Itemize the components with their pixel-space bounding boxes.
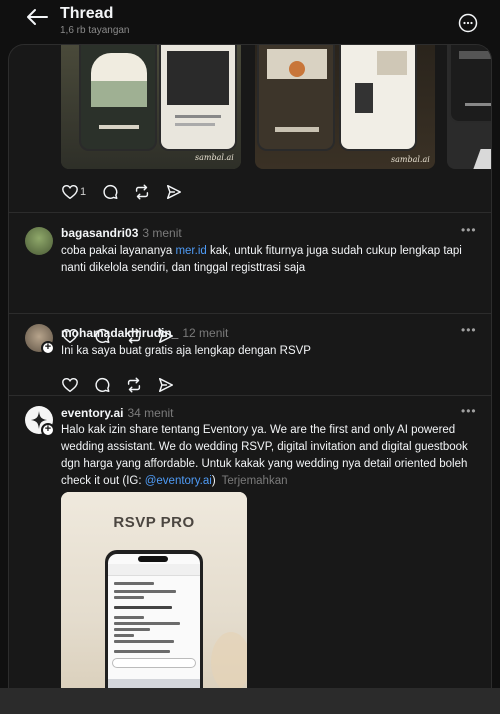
reply-header: bagasandri03 3 menit	[61, 226, 182, 240]
heart-icon	[62, 184, 78, 200]
image-watermark: sambal.ai	[391, 155, 430, 164]
media-title: RSVP PRO	[113, 514, 195, 531]
like-button[interactable]	[61, 183, 81, 203]
text-part: coba pakai layananya	[61, 245, 176, 257]
reply-text: coba pakai layananya mer.id kak, untuk f…	[61, 243, 479, 277]
timestamp: 3 menit	[142, 226, 182, 240]
more-dots-icon[interactable]: •••	[461, 323, 477, 337]
back-arrow-icon[interactable]	[26, 8, 48, 26]
username[interactable]: eventory.ai	[61, 406, 123, 420]
page-title: Thread	[60, 5, 114, 22]
like-count: 1	[80, 186, 87, 198]
text-part: )	[211, 475, 216, 487]
thread-card: sambal.ai sambal.ai 1 bagasandri03 3 men…	[8, 44, 492, 704]
share-icon	[158, 377, 174, 393]
comment-button[interactable]	[101, 183, 121, 203]
carousel-image[interactable]	[447, 45, 491, 169]
timestamp: 12 menit	[182, 326, 229, 340]
attached-image[interactable]: RSVP PRO QWERTYUIOP	[61, 492, 247, 704]
image-carousel[interactable]: sambal.ai sambal.ai	[61, 45, 491, 169]
follow-plus-icon[interactable]: +	[41, 423, 55, 437]
follow-plus-icon[interactable]: +	[41, 341, 55, 355]
share-button[interactable]	[165, 183, 185, 203]
username[interactable]: mohamadakhirudin_	[61, 326, 178, 340]
repost-button[interactable]	[133, 183, 153, 203]
reply-header: eventory.ai 34 menit	[61, 406, 174, 420]
carousel-image[interactable]: sambal.ai	[255, 45, 435, 169]
mention-link[interactable]: @eventory.ai	[145, 475, 212, 487]
repost-icon	[127, 377, 141, 393]
more-dots-icon[interactable]: •••	[461, 223, 477, 237]
share-button[interactable]	[157, 376, 177, 396]
comment-button[interactable]	[93, 376, 113, 396]
mention-link[interactable]: mer.id	[175, 245, 206, 257]
share-icon	[166, 184, 182, 200]
reply-item: + mohamadakhirudin_ 12 menit ••• Ini ka s…	[9, 314, 491, 396]
comment-icon	[103, 185, 118, 200]
more-circle-icon[interactable]	[458, 13, 478, 33]
top-bar: Thread 1,6 rb tayangan	[0, 0, 500, 44]
more-dots-icon[interactable]: •••	[461, 404, 477, 418]
timestamp: 34 menit	[127, 406, 174, 420]
phone-mockup: QWERTYUIOP	[105, 550, 203, 704]
repost-button[interactable]	[125, 376, 145, 396]
post-actions: 1	[61, 183, 201, 203]
bottom-bar	[0, 688, 500, 714]
avatar[interactable]	[25, 227, 53, 255]
reply-text: Ini ka saya buat gratis aja lengkap deng…	[61, 345, 311, 357]
reply-text: Halo kak izin share tentang Eventory ya.…	[61, 422, 479, 490]
translate-link[interactable]: Terjemahkan	[222, 475, 288, 487]
username[interactable]: bagasandri03	[61, 226, 138, 240]
view-count: 1,6 rb tayangan	[60, 25, 130, 36]
reply-header: mohamadakhirudin_ 12 menit	[61, 326, 228, 340]
like-button[interactable]	[61, 376, 81, 396]
reply-item: bagasandri03 3 menit ••• coba pakai layan…	[9, 213, 491, 344]
carousel-image[interactable]: sambal.ai	[61, 45, 241, 169]
comment-icon	[95, 378, 110, 393]
image-watermark: sambal.ai	[195, 153, 234, 162]
repost-icon	[135, 184, 149, 200]
heart-icon	[62, 377, 78, 393]
reply-actions	[61, 376, 181, 396]
